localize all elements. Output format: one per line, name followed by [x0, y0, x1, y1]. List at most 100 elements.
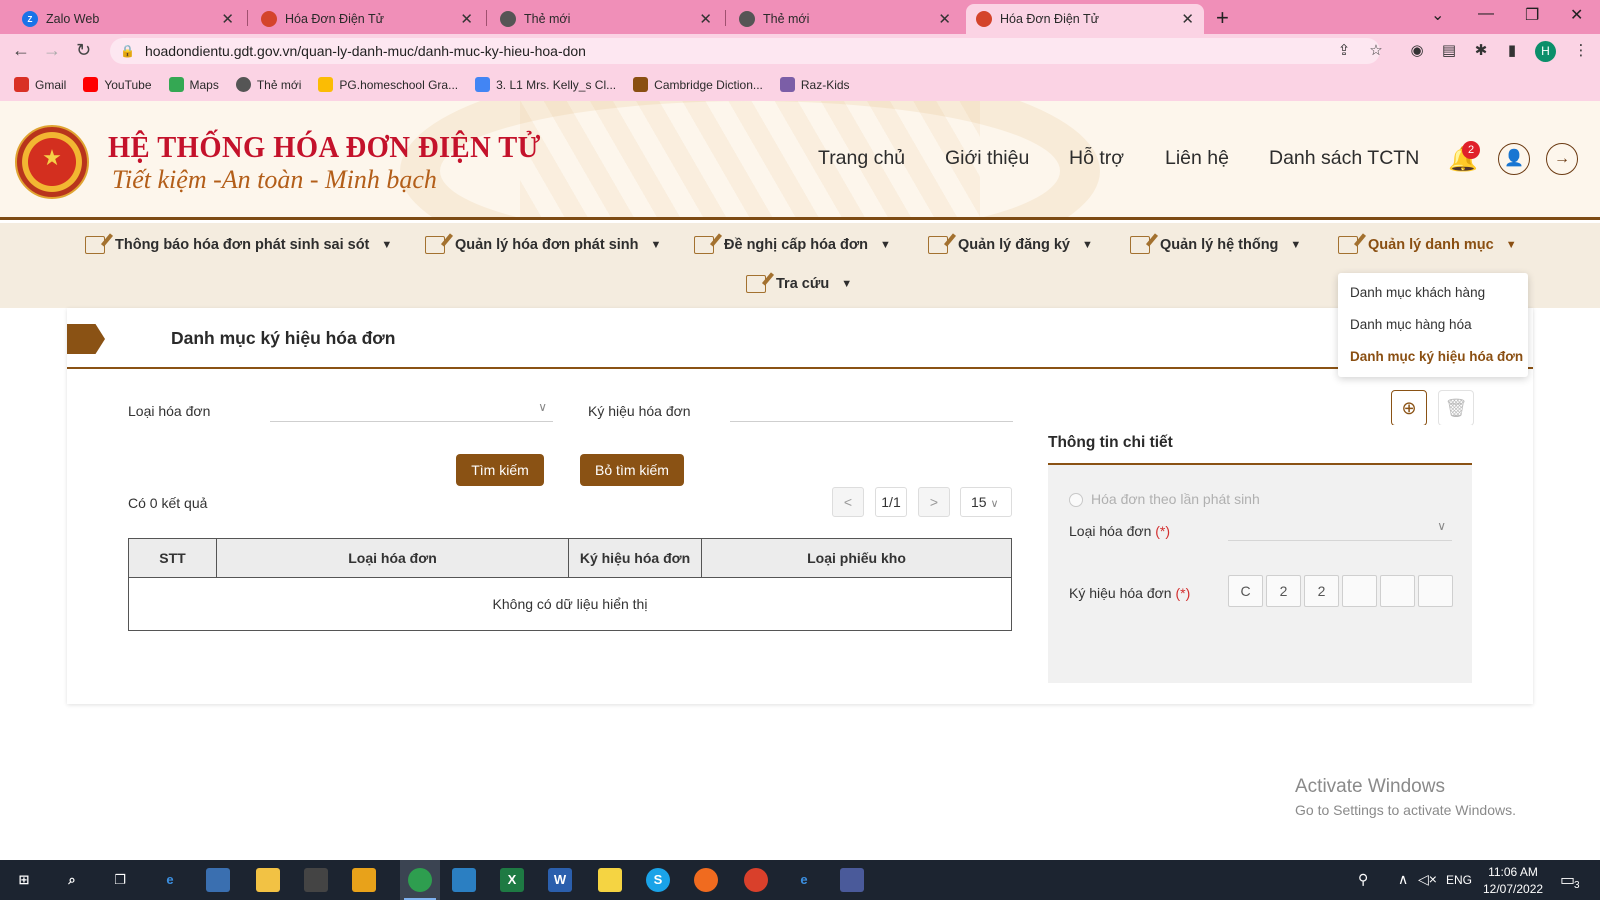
word-icon[interactable]: W — [548, 868, 572, 892]
task-view-icon[interactable]: ❐ — [108, 868, 132, 892]
nav-support[interactable]: Hỗ trợ — [1069, 147, 1124, 170]
menu-system[interactable]: Quản lý hệ thống ▼ — [1130, 236, 1301, 254]
chrome-icon[interactable] — [408, 868, 432, 892]
bookmark-item[interactable]: 3. L1 Mrs. Kelly_s Cl... — [475, 77, 616, 92]
new-tab-button[interactable]: + — [1216, 5, 1229, 31]
brand-title[interactable]: HỆ THỐNG HÓA ĐƠN ĐIỆN TỬ — [108, 129, 541, 165]
menu-issued-invoices[interactable]: Quản lý hóa đơn phát sinh ▼ — [425, 236, 661, 254]
more-menu-icon[interactable]: ⋮ — [1572, 42, 1590, 60]
share-icon[interactable]: ⇪ — [1335, 42, 1353, 60]
tray-chevron-up-icon[interactable]: ∧ — [1398, 871, 1408, 888]
monitor-app-icon[interactable] — [452, 868, 476, 892]
user-icon[interactable]: 👤 — [1498, 143, 1530, 175]
action-center-icon[interactable]: ▭ — [1560, 870, 1575, 890]
search-icon[interactable]: ⌕ — [60, 868, 84, 892]
column-header[interactable]: Loại phiếu kho — [701, 538, 1012, 578]
url-field[interactable]: 🔒 hoadondientu.gdt.gov.vn/quan-ly-danh-m… — [110, 38, 1380, 64]
browser-tab[interactable]: Z Zalo Web ✕ — [12, 4, 244, 34]
notes-extension-icon[interactable]: ▤ — [1440, 42, 1458, 60]
symbol-char-box[interactable] — [1342, 575, 1377, 607]
bookmark-star-icon[interactable]: ☆ — [1367, 42, 1385, 60]
symbol-char-box[interactable]: 2 — [1266, 575, 1301, 607]
minimize-icon[interactable]: — — [1478, 5, 1494, 23]
page-size-select[interactable]: 15 ∨ — [960, 487, 1012, 517]
menu-registration[interactable]: Quản lý đăng ký ▼ — [928, 236, 1093, 254]
add-circle-icon[interactable]: ⊕ — [1391, 390, 1427, 426]
firefox-icon[interactable] — [694, 868, 718, 892]
bookmark-item[interactable]: Gmail — [14, 77, 66, 92]
detail-invoice-type-select[interactable]: ∨ — [1228, 517, 1452, 541]
bookmark-item[interactable]: Maps — [168, 77, 219, 92]
column-header[interactable]: Loại hóa đơn — [216, 538, 569, 578]
app-icon[interactable] — [206, 868, 230, 892]
symbol-char-box[interactable] — [1380, 575, 1415, 607]
nav-contact[interactable]: Liên hệ — [1165, 147, 1229, 170]
radio-per-issuance[interactable] — [1069, 493, 1083, 507]
excel-icon[interactable]: X — [500, 868, 524, 892]
browser-tab[interactable]: Hóa Đơn Điện Tử ✕ — [251, 4, 483, 34]
column-header[interactable]: STT — [128, 538, 217, 578]
close-icon[interactable]: ✕ — [1181, 10, 1194, 28]
profile-avatar[interactable]: H — [1535, 41, 1556, 62]
outlook-icon[interactable] — [352, 868, 376, 892]
restore-icon[interactable]: ❐ — [1525, 5, 1539, 25]
volume-icon[interactable]: ◁× — [1418, 871, 1437, 888]
close-icon[interactable]: ✕ — [460, 10, 473, 28]
nav-tctn-list[interactable]: Danh sách TCTN — [1269, 147, 1419, 170]
browser-tab[interactable]: Thẻ mới ✕ — [729, 4, 961, 34]
clear-search-button[interactable]: Bỏ tìm kiếm — [580, 454, 684, 486]
extension-icon[interactable]: ◉ — [1408, 42, 1426, 60]
dropdown-item-goods[interactable]: Danh mục hàng hóa — [1338, 314, 1528, 346]
close-icon[interactable]: ✕ — [221, 10, 234, 28]
close-icon[interactable]: ✕ — [699, 10, 712, 28]
sticky-notes-icon[interactable] — [598, 868, 622, 892]
browser-tab-active[interactable]: Hóa Đơn Điện Tử ✕ — [966, 4, 1204, 34]
file-explorer-icon[interactable] — [256, 868, 280, 892]
column-header[interactable]: Ký hiệu hóa đơn — [568, 538, 702, 578]
nav-about[interactable]: Giới thiệu — [945, 147, 1029, 170]
reload-icon[interactable]: ↻ — [76, 40, 91, 61]
edge-legacy-icon[interactable]: e — [158, 868, 182, 892]
nav-home[interactable]: Trang chủ — [818, 147, 905, 170]
windows-start-icon[interactable]: ⊞ — [12, 868, 36, 892]
dropdown-item-invoice-symbols[interactable]: Danh mục ký hiệu hóa đơn — [1338, 346, 1528, 378]
app-icon[interactable] — [840, 868, 864, 892]
bookmark-item[interactable]: YouTube — [83, 77, 152, 92]
menu-invoice-request[interactable]: Đề nghị cấp hóa đơn ▼ — [694, 236, 891, 254]
bookmark-item[interactable]: PG.homeschool Gra... — [318, 77, 458, 92]
search-button[interactable]: Tìm kiếm — [456, 454, 544, 486]
bookmark-label: Cambridge Diction... — [654, 77, 763, 92]
invoice-symbol-input[interactable] — [730, 398, 1013, 422]
symbol-char-box[interactable]: 2 — [1304, 575, 1339, 607]
back-icon[interactable]: ← — [12, 40, 30, 61]
forward-icon[interactable]: → — [43, 40, 61, 61]
trash-icon[interactable]: 🗑 — [1438, 390, 1474, 426]
close-icon[interactable]: ✕ — [938, 10, 951, 28]
people-icon[interactable]: ⚲ — [1358, 871, 1368, 888]
logout-icon[interactable]: → — [1546, 143, 1578, 175]
bookmark-item[interactable]: Cambridge Diction... — [633, 77, 763, 92]
menu-invoice-error-notice[interactable]: Thông báo hóa đơn phát sinh sai sót ▼ — [85, 236, 392, 254]
clock[interactable]: 11:06 AM 12/07/2022 — [1483, 865, 1543, 896]
dropdown-item-customers[interactable]: Danh mục khách hàng — [1338, 282, 1528, 314]
skype-icon[interactable]: S — [646, 868, 670, 892]
invoice-type-select[interactable]: ∨ — [270, 398, 553, 422]
browser-tab[interactable]: Thẻ mới ✕ — [490, 4, 722, 34]
tab-search-icon[interactable]: ⌄ — [1431, 5, 1444, 25]
pager-next-button[interactable]: > — [918, 487, 950, 517]
menu-lookup[interactable]: Tra cứu ▼ — [746, 275, 852, 293]
symbol-char-box[interactable] — [1418, 575, 1453, 607]
symbol-char-box[interactable]: C — [1228, 575, 1263, 607]
national-emblem-logo[interactable]: ★ — [15, 125, 89, 199]
menu-catalog[interactable]: Quản lý danh mục ▼ — [1338, 236, 1517, 254]
bookmark-item[interactable]: Thẻ mới — [235, 77, 301, 92]
bookmark-item[interactable]: Raz-Kids — [779, 77, 850, 92]
window-close-icon[interactable]: ✕ — [1570, 5, 1583, 25]
pager-prev-button[interactable]: < — [832, 487, 864, 517]
puzzle-icon[interactable]: ✱ — [1472, 42, 1490, 60]
chrome-icon[interactable] — [744, 868, 768, 892]
internet-explorer-icon[interactable]: e — [792, 868, 816, 892]
side-panel-icon[interactable]: ▮ — [1503, 42, 1521, 60]
language-indicator[interactable]: ENG — [1446, 873, 1472, 887]
store-icon[interactable] — [304, 868, 328, 892]
